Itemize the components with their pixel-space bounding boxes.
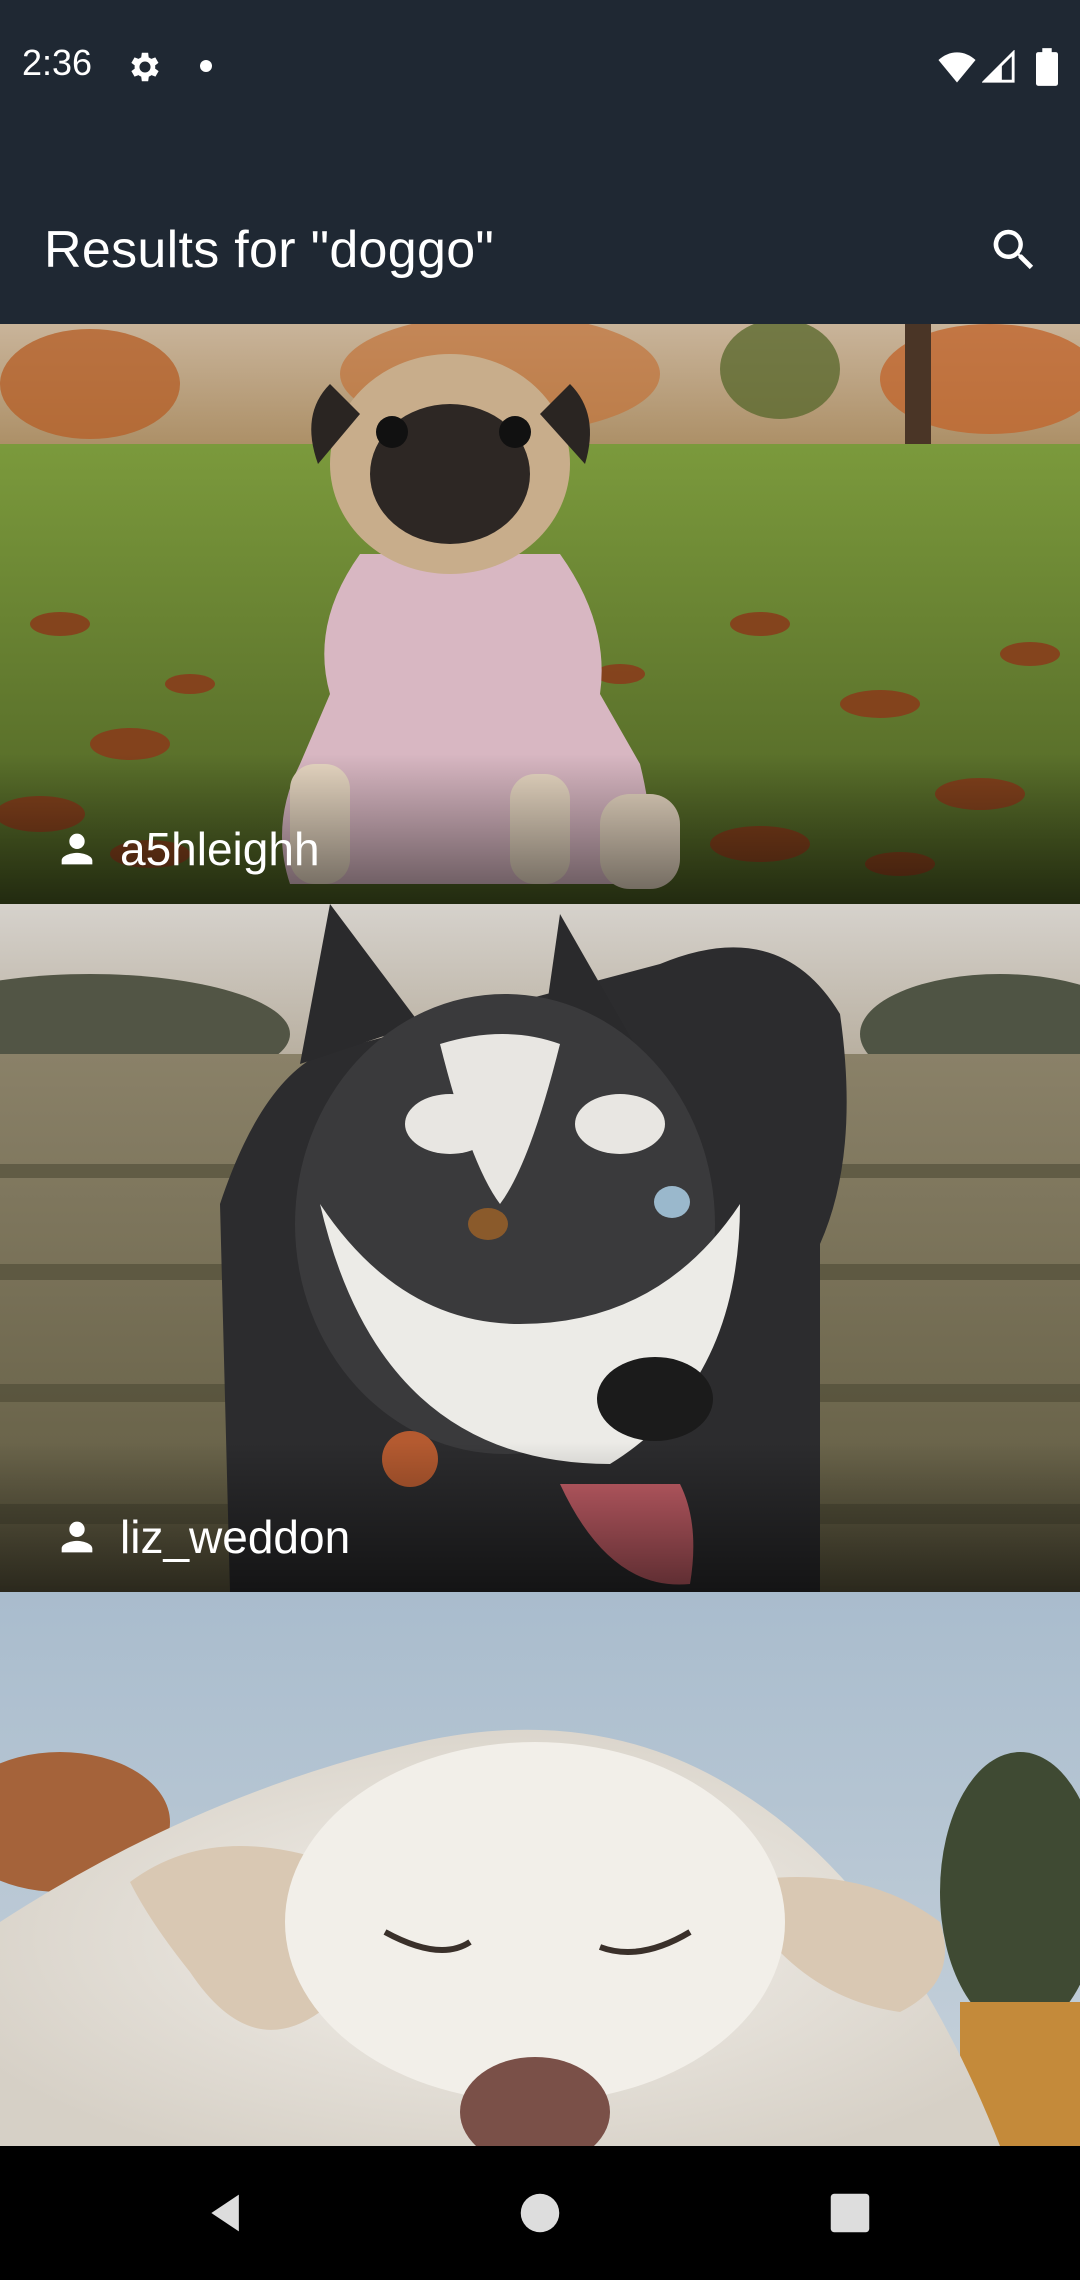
- status-bar: 2:36: [0, 0, 1080, 136]
- photo-author: liz_weddon: [54, 1510, 350, 1564]
- search-icon: [993, 229, 1034, 270]
- photo-author: a5hleighh: [54, 822, 320, 876]
- recents-icon: [830, 2193, 870, 2233]
- author-name: liz_weddon: [120, 1511, 351, 1563]
- wifi-icon: [938, 52, 976, 83]
- home-icon: [520, 2193, 560, 2233]
- page-title: Results for "doggo": [44, 221, 495, 279]
- photo-card[interactable]: a5hleighh: [0, 324, 1080, 904]
- author-name: a5hleighh: [120, 823, 320, 875]
- back-button[interactable]: [126, 2146, 326, 2280]
- status-time: 2:36: [22, 42, 93, 83]
- notification-dot-icon: [200, 60, 212, 72]
- search-button[interactable]: [980, 216, 1048, 284]
- navigation-bar: [0, 2146, 1080, 2280]
- gear-icon: [131, 52, 159, 82]
- battery-icon: [1036, 48, 1058, 86]
- photo-image: [0, 1592, 1080, 2146]
- person-icon: [61, 833, 93, 865]
- photo-card[interactable]: liz_weddon: [0, 904, 1080, 1592]
- back-icon: [211, 2194, 239, 2232]
- photo-card[interactable]: [0, 1592, 1080, 2146]
- app-bar: Results for "doggo": [0, 136, 1080, 324]
- results-list[interactable]: a5hleighh liz_weddon: [0, 324, 1080, 2146]
- home-button[interactable]: [440, 2146, 640, 2280]
- person-icon: [61, 1521, 93, 1553]
- recents-button[interactable]: [750, 2146, 950, 2280]
- cell-signal-icon: [982, 50, 1015, 83]
